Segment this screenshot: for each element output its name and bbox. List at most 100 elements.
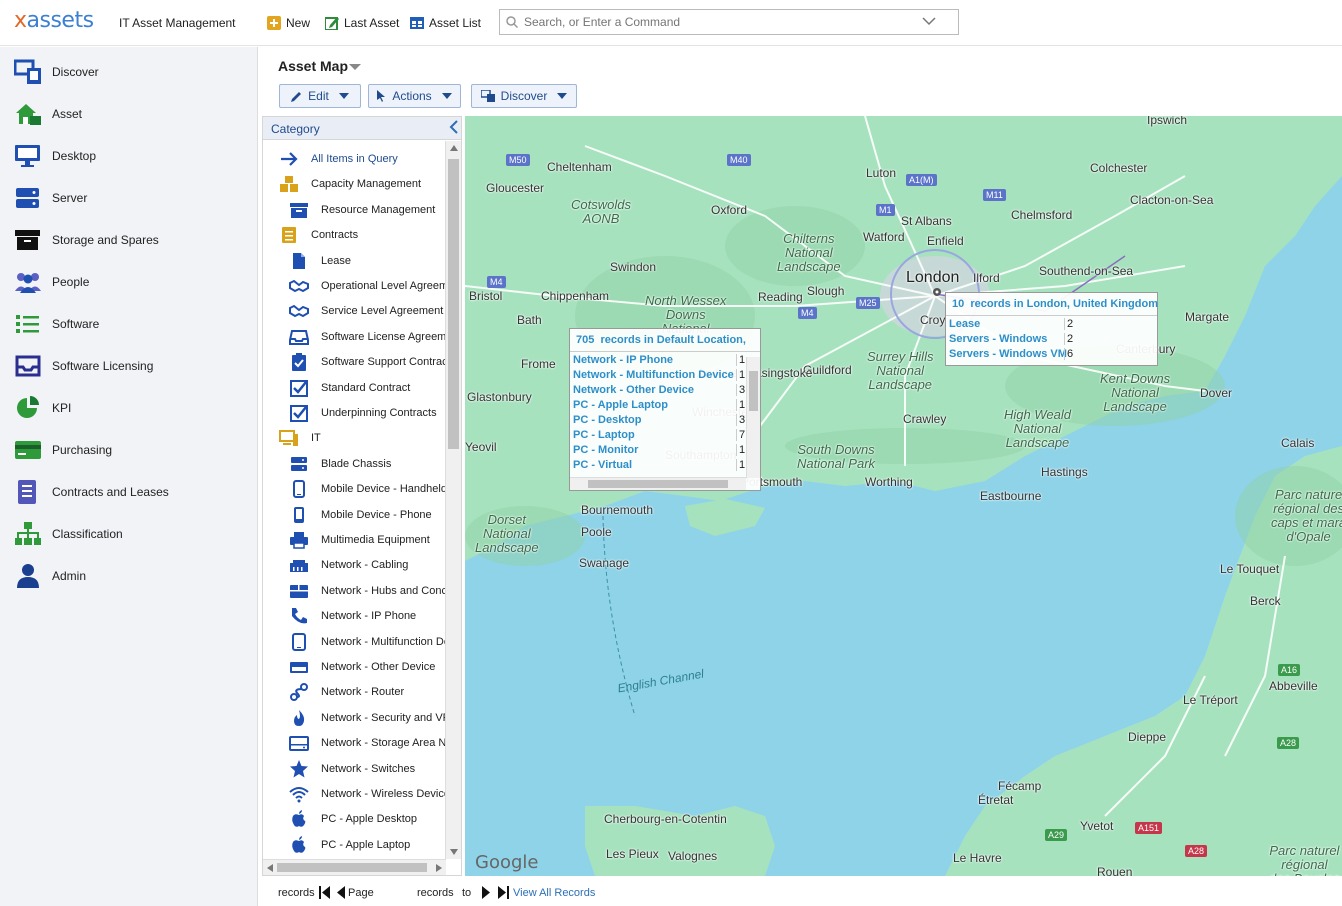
scrollbar-thumb[interactable]	[749, 371, 758, 411]
previous-page-icon[interactable]	[337, 886, 345, 899]
view-all-records-link[interactable]: View All Records	[513, 887, 595, 899]
location-popup-default[interactable]: 705 records in Default Location, Network…	[569, 328, 761, 491]
category-vertical-scrollbar[interactable]	[445, 141, 461, 859]
popup-row[interactable]: PC - Virtual 1	[570, 457, 760, 472]
first-page-icon[interactable]	[319, 886, 330, 899]
category-item-it[interactable]: IT	[279, 426, 321, 450]
category-item-network-switches[interactable]: Network - Switches	[289, 757, 415, 781]
category-item-underpinning-contracts[interactable]: Underpinning Contracts	[289, 401, 437, 425]
location-popup-london[interactable]: 10 records in London, United Kingdom Lea…	[945, 292, 1158, 366]
popup-row[interactable]: Network - IP Phone 1	[570, 352, 760, 367]
scrollbar-thumb[interactable]	[448, 159, 459, 449]
category-horizontal-scrollbar[interactable]	[263, 859, 446, 875]
popup-row-category[interactable]: Network - Multifunction Device	[570, 369, 734, 381]
asset-list-button[interactable]: Asset List	[410, 13, 481, 33]
next-page-icon[interactable]	[482, 886, 490, 899]
category-item-software-license-agreement[interactable]: Software License Agreement	[289, 325, 446, 349]
nav-item-asset[interactable]: Asset	[0, 97, 258, 131]
popup-row-category[interactable]: Servers - Windows VM	[946, 348, 1067, 360]
scroll-right-icon[interactable]	[436, 864, 442, 872]
edit-button[interactable]: Edit	[279, 84, 361, 108]
chevron-left-icon[interactable]	[449, 120, 459, 134]
category-item-network-security-and-vpn[interactable]: Network - Security and VPN	[289, 706, 446, 730]
category-item-resource-management[interactable]: Resource Management	[289, 198, 435, 222]
nav-item-desktop[interactable]: Desktop	[0, 139, 258, 173]
category-item-network-cabling[interactable]: Network - Cabling	[289, 553, 408, 577]
chevron-down-icon[interactable]	[922, 16, 936, 26]
category-item-pc-apple-laptop[interactable]: PC - Apple Laptop	[289, 833, 410, 857]
category-item-lease[interactable]: Lease	[289, 249, 351, 273]
popup-row-category[interactable]: Lease	[946, 318, 980, 330]
popup-horizontal-scrollbar[interactable]	[570, 477, 746, 490]
category-item-multimedia-equipment[interactable]: Multimedia Equipment	[289, 528, 430, 552]
map-label-croydon: Croy	[920, 313, 946, 327]
nav-item-discover[interactable]: Discover	[0, 55, 258, 89]
asset-map[interactable]: Ipswich Cheltenham Gloucester Luton Colchest…	[465, 116, 1342, 876]
popup-row[interactable]: Lease 2	[946, 316, 1157, 331]
category-item-all-items-in-query[interactable]: All Items in Query	[279, 147, 398, 171]
popup-row-category[interactable]: PC - Virtual	[570, 459, 632, 471]
title-dropdown-icon[interactable]	[349, 64, 361, 71]
scrollbar-thumb[interactable]	[588, 480, 728, 488]
new-button[interactable]: New	[267, 13, 310, 33]
category-item-network-hubs-and-concentrators[interactable]: Network - Hubs and Concentrators	[289, 579, 446, 603]
last-asset-button[interactable]: Last Asset	[325, 13, 399, 33]
popup-row[interactable]: Servers - Windows 2	[946, 331, 1157, 346]
nav-item-purchasing[interactable]: Purchasing	[0, 433, 258, 467]
popup-row[interactable]: Network - Multifunction Device 1	[570, 367, 760, 382]
category-item-pc-apple-desktop[interactable]: PC - Apple Desktop	[289, 807, 417, 831]
category-item-service-level-agreement[interactable]: Service Level Agreement	[289, 299, 443, 323]
nav-item-server[interactable]: Server	[0, 181, 258, 215]
category-item-network-other-device[interactable]: Network - Other Device	[289, 655, 435, 679]
popup-row-category[interactable]: PC - Laptop	[570, 429, 635, 441]
category-item-network-multifunction-device[interactable]: Network - Multifunction Device	[289, 630, 446, 654]
popup-row-category[interactable]: PC - Apple Laptop	[570, 399, 668, 411]
nav-item-people[interactable]: People	[0, 265, 258, 299]
popup-row-category[interactable]: PC - Desktop	[570, 414, 641, 426]
popup-row[interactable]: Servers - Windows VM 6	[946, 346, 1157, 361]
nav-item-contracts-and-leases[interactable]: Contracts and Leases	[0, 475, 258, 509]
nav-item-admin[interactable]: Admin	[0, 559, 258, 593]
category-item-software-support-contract[interactable]: Software Support Contract	[289, 350, 446, 374]
category-item-network-router[interactable]: Network - Router	[289, 680, 404, 704]
scroll-down-icon[interactable]	[450, 849, 458, 855]
popup-row-category[interactable]: Servers - Windows	[946, 333, 1047, 345]
search-input[interactable]	[524, 15, 914, 29]
category-item-standard-contract[interactable]: Standard Contract	[289, 376, 410, 400]
popup-row[interactable]: PC - Laptop 7	[570, 427, 760, 442]
category-item-network-ip-phone[interactable]: Network - IP Phone	[289, 604, 416, 628]
nav-item-software-licensing[interactable]: Software Licensing	[0, 349, 258, 383]
inbox-icon	[289, 328, 309, 346]
scrollbar-thumb[interactable]	[277, 863, 427, 872]
nav-item-software[interactable]: Software	[0, 307, 258, 341]
actions-button[interactable]: Actions	[368, 84, 461, 108]
category-item-mobile-device-phone[interactable]: Mobile Device - Phone	[289, 503, 432, 527]
popup-row-category[interactable]: PC - Monitor	[570, 444, 638, 456]
popup-header[interactable]: 705 records in Default Location,	[570, 329, 760, 352]
category-item-network-wireless-device[interactable]: Network - Wireless Device	[289, 782, 446, 806]
category-item-blade-chassis[interactable]: Blade Chassis	[289, 452, 391, 476]
category-item-network-storage-area-network[interactable]: Network - Storage Area Network	[289, 731, 446, 755]
category-item-contracts[interactable]: Contracts	[279, 223, 358, 247]
popup-vertical-scrollbar[interactable]	[746, 357, 760, 478]
popup-row[interactable]: PC - Desktop 3	[570, 412, 760, 427]
nav-item-storage-and-spares[interactable]: Storage and Spares	[0, 223, 258, 257]
discover-button[interactable]: Discover	[471, 84, 577, 108]
command-search[interactable]	[499, 9, 959, 35]
last-asset-label: Last Asset	[344, 16, 400, 30]
xassets-logo[interactable]: xassets	[14, 8, 94, 33]
category-item-capacity-management[interactable]: Capacity Management	[279, 172, 421, 196]
category-item-operational-level-agreement[interactable]: Operational Level Agreement	[289, 274, 446, 298]
category-item-mobile-device-handheld[interactable]: Mobile Device - Handheld	[289, 477, 446, 501]
popup-row-category[interactable]: Network - Other Device	[570, 384, 694, 396]
popup-row[interactable]: Network - Other Device 3	[570, 382, 760, 397]
popup-header[interactable]: 10 records in London, United Kingdom	[946, 293, 1158, 316]
last-page-icon[interactable]	[498, 886, 509, 899]
nav-item-classification[interactable]: Classification	[0, 517, 258, 551]
popup-row-category[interactable]: Network - IP Phone	[570, 354, 673, 366]
popup-row[interactable]: PC - Apple Laptop 1	[570, 397, 760, 412]
nav-item-kpi[interactable]: KPI	[0, 391, 258, 425]
popup-row[interactable]: PC - Monitor 1	[570, 442, 760, 457]
scroll-left-icon[interactable]	[267, 864, 273, 872]
scroll-up-icon[interactable]	[450, 145, 458, 151]
